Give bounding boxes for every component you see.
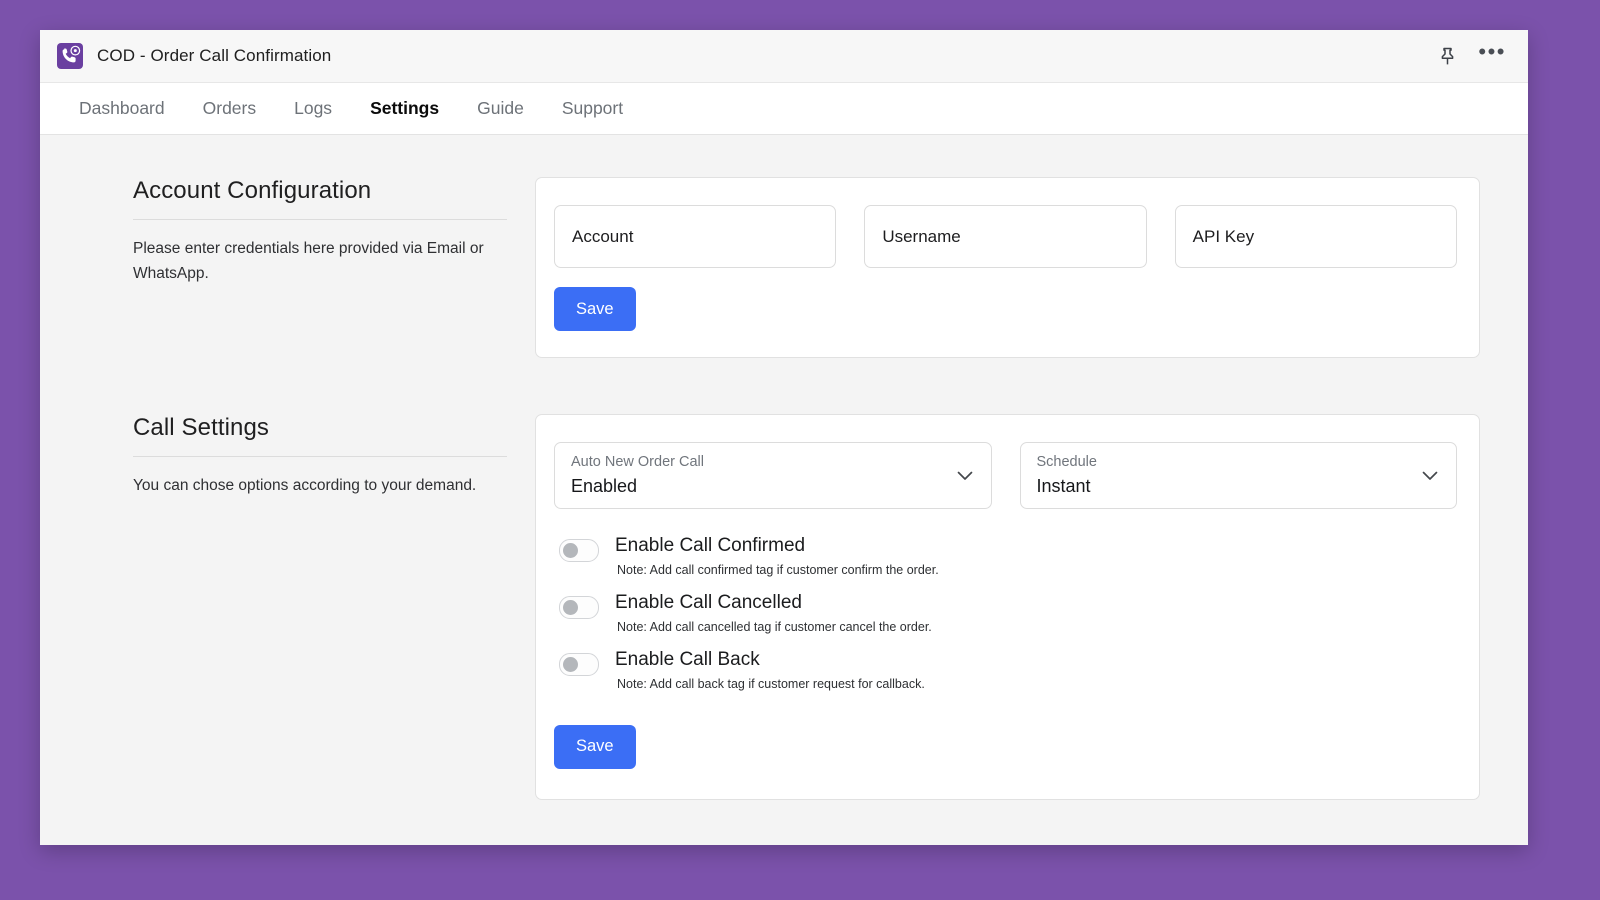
nav-item-support[interactable]: Support — [543, 98, 642, 119]
nav-item-orders[interactable]: Orders — [184, 98, 275, 119]
nav-item-settings[interactable]: Settings — [351, 98, 458, 119]
username-input[interactable]: Username — [864, 205, 1146, 268]
call-section-description: You can chose options according to your … — [133, 473, 507, 498]
account-section-header: Account Configuration Please enter crede… — [88, 177, 535, 286]
ellipsis-icon[interactable]: ••• — [1478, 47, 1506, 65]
account-configuration-card: Account Username API Key Save — [535, 177, 1480, 358]
account-section-description: Please enter credentials here provided v… — [133, 236, 507, 286]
phone-shield-icon — [57, 43, 83, 69]
call-section-title: Call Settings — [133, 414, 507, 456]
nav-item-dashboard[interactable]: Dashboard — [60, 98, 184, 119]
app-title: COD - Order Call Confirmation — [97, 46, 331, 66]
api-key-input[interactable]: API Key — [1175, 205, 1457, 268]
chevron-down-icon — [957, 471, 973, 481]
enable-call-confirmed-note: Note: Add call confirmed tag if customer… — [617, 563, 939, 577]
enable-call-confirmed-label: Enable Call Confirmed — [615, 535, 939, 557]
account-fields-row: Account Username API Key — [554, 205, 1457, 268]
schedule-select[interactable]: Schedule Instant — [1020, 442, 1458, 509]
call-section-header: Call Settings You can chose options acco… — [88, 414, 535, 498]
enable-call-cancelled-toggle[interactable] — [559, 596, 599, 619]
settings-content: Account Configuration Please enter crede… — [40, 135, 1528, 845]
enable-call-back-note: Note: Add call back tag if customer requ… — [617, 677, 925, 691]
schedule-value: Instant — [1037, 474, 1441, 498]
toggle-knob — [563, 657, 578, 672]
account-section-title: Account Configuration — [133, 177, 507, 219]
account-save-button[interactable]: Save — [554, 287, 636, 331]
call-section-divider — [133, 456, 507, 457]
call-selects-row: Auto New Order Call Enabled Schedule Ins… — [554, 442, 1457, 509]
toggle-knob — [563, 543, 578, 558]
nav-item-logs[interactable]: Logs — [275, 98, 351, 119]
enable-call-cancelled-label: Enable Call Cancelled — [615, 592, 932, 614]
nav-item-guide[interactable]: Guide — [458, 98, 543, 119]
toggle-knob — [563, 600, 578, 615]
app-window: COD - Order Call Confirmation ••• Dashbo… — [40, 30, 1528, 845]
auto-new-order-call-value: Enabled — [571, 474, 975, 498]
toggle-text-call-back: Enable Call Back Note: Add call back tag… — [615, 649, 925, 691]
enable-call-cancelled-note: Note: Add call cancelled tag if customer… — [617, 620, 932, 634]
account-input[interactable]: Account — [554, 205, 836, 268]
auto-new-order-call-label: Auto New Order Call — [571, 453, 975, 473]
toggle-text-call-confirmed: Enable Call Confirmed Note: Add call con… — [615, 535, 939, 577]
account-section-divider — [133, 219, 507, 220]
pin-icon[interactable] — [1439, 47, 1456, 66]
main-navigation: Dashboard Orders Logs Settings Guide Sup… — [40, 83, 1528, 135]
call-settings-card: Auto New Order Call Enabled Schedule Ins… — [535, 414, 1480, 800]
call-toggle-list: Enable Call Confirmed Note: Add call con… — [554, 535, 1457, 691]
enable-call-confirmed-toggle[interactable] — [559, 539, 599, 562]
toggle-row-call-confirmed: Enable Call Confirmed Note: Add call con… — [554, 535, 1457, 577]
title-bar: COD - Order Call Confirmation ••• — [40, 30, 1528, 83]
call-settings-section: Call Settings You can chose options acco… — [88, 414, 1480, 800]
auto-new-order-call-select[interactable]: Auto New Order Call Enabled — [554, 442, 992, 509]
toggle-row-call-cancelled: Enable Call Cancelled Note: Add call can… — [554, 592, 1457, 634]
chevron-down-icon — [1422, 471, 1438, 481]
schedule-label: Schedule — [1037, 453, 1441, 473]
enable-call-back-label: Enable Call Back — [615, 649, 925, 671]
account-configuration-section: Account Configuration Please enter crede… — [88, 177, 1480, 358]
toggle-text-call-cancelled: Enable Call Cancelled Note: Add call can… — [615, 592, 932, 634]
call-settings-save-button[interactable]: Save — [554, 725, 636, 769]
toggle-row-call-back: Enable Call Back Note: Add call back tag… — [554, 649, 1457, 691]
enable-call-back-toggle[interactable] — [559, 653, 599, 676]
